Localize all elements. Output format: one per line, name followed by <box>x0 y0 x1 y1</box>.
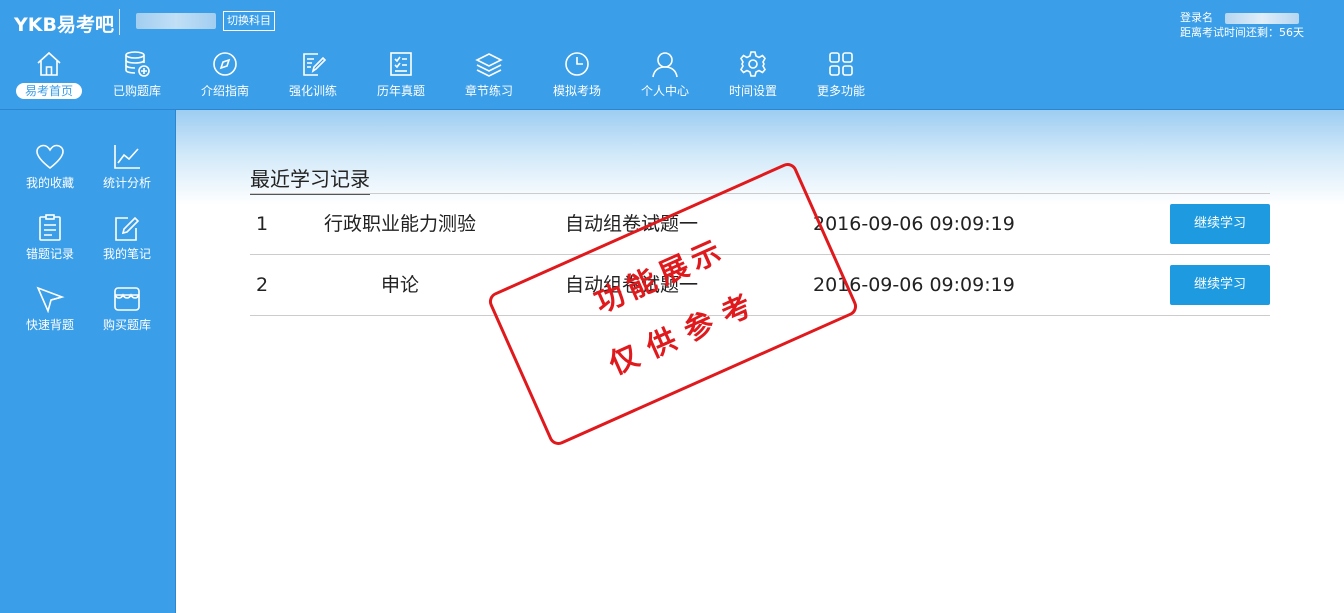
nav-label: 强化训练 <box>288 84 337 98</box>
nav-label: 历年真题 <box>376 84 425 98</box>
nav-label: 已购题库 <box>112 84 161 98</box>
nav-label: 更多功能 <box>816 84 865 98</box>
switch-subject-button[interactable]: 切换科目 <box>223 11 275 31</box>
gear-icon <box>740 51 766 77</box>
username-blurred <box>1225 12 1299 24</box>
nav-item-purchased-bank[interactable]: 已购题库 <box>95 46 179 106</box>
clock-icon <box>565 52 589 76</box>
line-chart-icon <box>114 145 140 169</box>
nav-label: 章节练习 <box>464 84 513 98</box>
database-add-icon <box>125 51 150 77</box>
paper-plane-icon <box>36 286 65 313</box>
row-time: 2016-09-06 09:09:19 <box>813 213 1015 235</box>
nav-label: 易考首页 <box>15 83 82 99</box>
row-subject: 申论 <box>380 274 419 296</box>
checklist-icon <box>390 52 412 76</box>
user-icon <box>652 52 678 78</box>
main-content: 最近学习记录 1 行政职业能力测验 自动组卷试题一 2016-09-06 09:… <box>176 110 1344 613</box>
nav-label: 个人中心 <box>640 84 689 98</box>
exam-countdown: 距离考试时间还剩：56天 <box>1180 26 1304 39</box>
sidebar-item-label: 统计分析 <box>102 176 151 190</box>
nav-item-chapter-practice[interactable]: 章节练习 <box>447 46 531 106</box>
header-divider <box>119 9 120 35</box>
nav-label: 时间设置 <box>728 84 777 98</box>
row-time: 2016-09-06 09:09:19 <box>813 274 1015 296</box>
study-records-table: 1 行政职业能力测验 自动组卷试题一 2016-09-06 09:09:19 继… <box>250 193 1270 316</box>
sidebar-item-buy-bank[interactable]: 购买题库 <box>88 285 166 349</box>
sidebar-item-label: 错题记录 <box>25 247 74 261</box>
home-icon <box>37 51 61 76</box>
nav-label: 模拟考场 <box>552 84 601 98</box>
compass-icon <box>213 52 237 76</box>
row-paper: 自动组卷试题一 <box>565 213 699 235</box>
nav-item-mock-exam[interactable]: 模拟考场 <box>535 46 619 106</box>
nav-item-home[interactable]: 易考首页 <box>7 46 91 106</box>
sidebar-item-label: 快速背题 <box>25 318 74 332</box>
sidebar: 我的收藏 统计分析 错题记录 我的笔记 快速背题 购买题库 <box>0 110 176 613</box>
nav-item-guide[interactable]: 介绍指南 <box>183 46 267 106</box>
continue-study-button[interactable]: 继续学习 <box>1170 265 1270 305</box>
current-subject-blurred <box>136 13 216 29</box>
sidebar-item-notes[interactable]: 我的笔记 <box>88 214 166 278</box>
top-header: YKB易考吧 切换科目 登录名 距离考试时间还剩：56天 易考首页 已购题库 介… <box>0 0 1344 110</box>
row-index: 1 <box>256 213 269 235</box>
pencil-note-icon <box>115 216 140 241</box>
table-row: 1 行政职业能力测验 自动组卷试题一 2016-09-06 09:09:19 继… <box>250 194 1270 255</box>
login-info: 登录名 距离考试时间还剩：56天 <box>1180 10 1304 40</box>
clipboard-icon <box>39 214 61 241</box>
login-label: 登录名 <box>1180 11 1213 24</box>
row-paper: 自动组卷试题一 <box>565 274 699 296</box>
nav-item-past-exams[interactable]: 历年真题 <box>359 46 443 106</box>
nav-label: 介绍指南 <box>200 84 249 98</box>
sidebar-item-quick-memorize[interactable]: 快速背题 <box>11 285 89 349</box>
nav-item-more-features[interactable]: 更多功能 <box>799 46 883 106</box>
row-index: 2 <box>256 274 269 296</box>
app-logo[interactable]: YKB易考吧 <box>14 10 114 37</box>
store-icon <box>114 287 140 311</box>
sidebar-item-favorites[interactable]: 我的收藏 <box>11 143 89 207</box>
sidebar-item-wrong-records[interactable]: 错题记录 <box>11 214 89 278</box>
nav-item-time-settings[interactable]: 时间设置 <box>711 46 795 106</box>
sidebar-item-label: 我的收藏 <box>25 176 74 190</box>
main-nav: 易考首页 已购题库 介绍指南 强化训练 历年真题 章节练习 模拟考场 个人中心 <box>0 46 900 106</box>
section-title: 最近学习记录 <box>250 163 370 195</box>
table-row: 2 申论 自动组卷试题一 2016-09-06 09:09:19 继续学习 <box>250 255 1270 316</box>
heart-icon <box>36 144 64 170</box>
layers-icon <box>475 53 503 77</box>
sidebar-item-label: 购买题库 <box>102 318 151 332</box>
nav-item-intensive-training[interactable]: 强化训练 <box>271 46 355 106</box>
grid-icon <box>829 52 853 76</box>
row-subject: 行政职业能力测验 <box>323 213 476 235</box>
nav-item-personal-center[interactable]: 个人中心 <box>623 46 707 106</box>
sidebar-item-label: 我的笔记 <box>102 247 151 261</box>
edit-document-icon <box>303 53 327 76</box>
continue-study-button[interactable]: 继续学习 <box>1170 204 1270 244</box>
sidebar-item-statistics[interactable]: 统计分析 <box>88 143 166 207</box>
